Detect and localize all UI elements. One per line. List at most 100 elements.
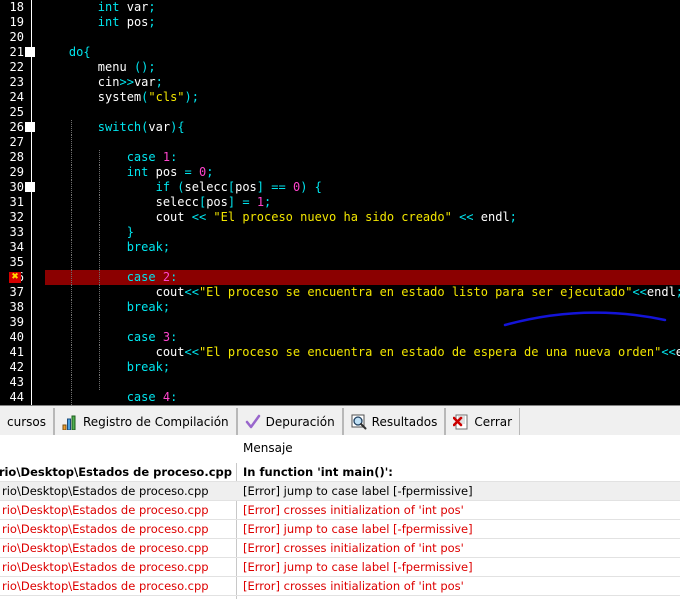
gutter-divider [31,195,32,210]
compiler-output-panel: cursos Registro de Compilación Depuración R… [0,405,680,599]
close-document-icon [453,414,469,430]
code-line[interactable]: 35 [0,255,680,270]
grid-column-headers: Mensaje [0,435,680,463]
code-line[interactable]: 39 [0,315,680,330]
code-line[interactable]: 21 do{ [0,45,680,60]
code-line[interactable]: 19 int pos; [0,15,680,30]
code-fold-marker[interactable] [25,122,35,132]
result-message: [Error] jump to case label [-fpermissive… [243,522,473,536]
line-number: 41 [9,345,24,359]
check-icon [245,414,261,430]
code-line[interactable]: 30 if (selecc[pos] == 0) { [0,180,680,195]
code-line[interactable]: 44 case 4: [0,390,680,405]
code-line-text: break; [126,300,171,314]
result-row[interactable]: rio\Desktop\Estados de proceso.cpp [Error… [0,558,680,577]
line-number: 35 [9,255,24,269]
line-number: 40 [9,330,24,344]
tab-cerrar[interactable]: Cerrar [445,408,521,435]
line-number: 23 [9,75,24,89]
compiler-results-grid[interactable]: Mensaje rio\Desktop\Estados de proceso.c… [0,435,680,599]
code-line[interactable]: 38 break; [0,300,680,315]
result-file-path: rio\Desktop\Estados de proceso.cpp [2,503,209,517]
line-number: 25 [9,105,24,119]
result-row[interactable]: rio\Desktop\Estados de proceso.cpp [Error… [0,482,680,501]
result-row[interactable]: rio\Desktop\Estados de proceso.cpp [Error… [0,520,680,539]
code-line-text: int pos = 0; [126,165,214,179]
code-line[interactable]: 23 cin>>var; [0,75,680,90]
gutter-divider [31,15,32,30]
tab-label: cursos [7,414,46,429]
code-line[interactable]: 34 break; [0,240,680,255]
code-editor[interactable]: 18 int var; 19 int pos; 20 21 do{22 menu ()… [0,0,680,405]
code-line-text: system("cls"); [97,90,199,104]
code-fold-marker[interactable] [25,182,35,192]
code-line[interactable]: 40 case 3: [0,330,680,345]
line-number: 44 [9,390,24,404]
code-line[interactable]: 24 system("cls"); [0,90,680,105]
code-line[interactable]: 27 [0,135,680,150]
gutter-divider [31,345,32,360]
code-line[interactable]: 31 selecc[pos] = 1; [0,195,680,210]
code-lines-container[interactable]: 18 int var; 19 int pos; 20 21 do{22 menu ()… [0,0,680,405]
code-line-text: case 4: [126,390,178,404]
tab-label: Cerrar [474,414,513,429]
line-number: 38 [9,300,24,314]
code-line[interactable]: 37 cout<<"El proceso se encuentra en est… [0,285,680,300]
tab-depuraci-n[interactable]: Depuración [236,408,343,435]
code-line[interactable]: 26 switch(var){ [0,120,680,135]
tab-cursos[interactable]: cursos [0,408,54,435]
tab-registro-de-compilaci-n[interactable]: Registro de Compilación [53,408,237,435]
code-line[interactable]: 20 [0,30,680,45]
result-row[interactable]: rio\Desktop\Estados de proceso.cpp In fun… [0,463,680,482]
gutter-divider [31,300,32,315]
gutter-divider [31,375,32,390]
code-fold-marker[interactable] [25,47,35,57]
result-file-path: rio\Desktop\Estados de proceso.cpp [2,560,209,574]
result-message: In function 'int main()': [243,465,393,479]
bar-chart-icon [62,414,78,430]
result-row[interactable]: rio\Desktop\Estados de proceso.cpp [Error… [0,539,680,558]
tab-label: Resultados [371,414,438,429]
code-line-text: switch(var){ [97,120,185,134]
indent-guide [71,315,72,330]
line-number: 42 [9,360,24,374]
code-line[interactable]: 29 int pos = 0; [0,165,680,180]
gutter-divider [31,30,32,45]
code-line[interactable]: 32 cout << "El proceso nuevo ha sido cre… [0,210,680,225]
code-line-text: menu (); [97,60,156,74]
gutter-divider [31,90,32,105]
output-tabbar[interactable]: cursos Registro de Compilación Depuración R… [0,406,680,436]
error-marker-icon[interactable]: ✖ [9,272,21,283]
gutter-divider [31,0,32,15]
gutter-divider [31,150,32,165]
code-line-text: int pos; [97,15,156,29]
result-file-path: rio\Desktop\Estados de proceso.cpp [2,522,209,536]
code-line-text: cout<<"El proceso se encuentra en estado… [155,285,680,299]
column-header-mensaje[interactable]: Mensaje [243,441,293,455]
code-line[interactable]: 28 case 1: [0,150,680,165]
tab-resultados[interactable]: Resultados [342,408,446,435]
result-row[interactable]: rio\Desktop\Estados de proceso.cpp [Error… [0,501,680,520]
line-number: 29 [9,165,24,179]
gutter-divider [31,285,32,300]
code-line[interactable]: 25 [0,105,680,120]
code-line[interactable]: 42 break; [0,360,680,375]
line-number: 37 [9,285,24,299]
code-line[interactable]: 18 int var; [0,0,680,15]
line-number: 28 [9,150,24,164]
code-line-text: case 1: [126,150,178,164]
gutter-divider [31,315,32,330]
indent-guide [71,255,72,270]
code-line-text: if (selecc[pos] == 0) { [155,180,322,194]
code-line[interactable]: 43 [0,375,680,390]
result-row[interactable]: rio\Desktop\Estados de proceso.cpp [Error… [0,577,680,596]
indent-guide [71,375,72,390]
code-line-text: cin>>var; [97,75,163,89]
code-line[interactable]: 33 } [0,225,680,240]
code-line[interactable]: 36✖ case 2: [0,270,680,285]
gutter-divider [31,135,32,150]
code-line[interactable]: 22 menu (); [0,60,680,75]
gutter-divider [31,75,32,90]
code-line[interactable]: 41 cout<<"El proceso se encuentra en est… [0,345,680,360]
gutter-divider [31,165,32,180]
